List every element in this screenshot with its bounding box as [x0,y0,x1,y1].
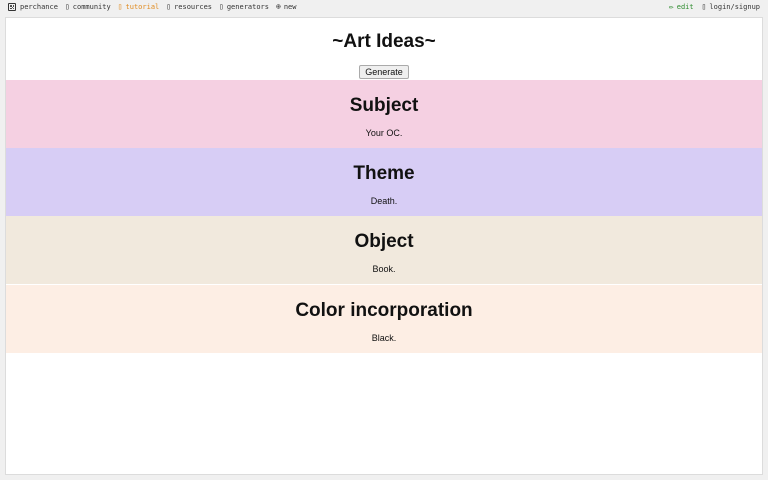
nav-link-community[interactable]: ▯ community [64,2,111,12]
section-object: Object Book. [6,216,762,284]
nav-right: ✏ edit ▯ login/signup [661,2,760,12]
section-value: Book. [372,264,396,274]
section-heading: Subject [349,95,419,116]
section-value: Black. [371,333,397,343]
book-icon: ▯ [117,2,123,11]
section-heading: Object [354,231,414,252]
section-heading: Color incorporation [295,300,473,321]
section-value: Death. [370,196,398,206]
section-subject: Subject Your OC. [6,80,762,148]
nav-link-label: tutorial [125,3,160,11]
section-theme: Theme Death. [6,148,762,216]
nav-link-new[interactable]: ⊕ new [276,2,297,12]
generate-button[interactable]: Generate [359,65,409,79]
nav-link-label: resources [174,3,213,11]
pencil-icon: ✏ [668,2,674,11]
resources-icon: ▯ [166,2,172,11]
user-icon: ▯ [701,2,707,11]
nav-link-resources[interactable]: ▯ resources [166,2,213,12]
login-label: login/signup [709,3,760,11]
nav-link-tutorial[interactable]: ▯ tutorial [117,2,160,12]
nav-brand-label: perchance [20,3,58,11]
nav-link-label: new [283,3,297,11]
section-color-incorporation: Color incorporation Black. [6,285,762,353]
page-title: ~Art Ideas~ [332,31,436,52]
section-value: Your OC. [365,128,403,138]
nav-link-label: community [72,3,111,11]
edit-link[interactable]: ✏ edit [668,2,694,12]
generators-icon: ▯ [219,2,224,11]
generator-panel: ~Art Ideas~ Generate Subject Your OC. Th… [5,17,763,475]
chat-icon: ▯ [64,2,70,11]
nav-brand-link[interactable]: perchance [8,3,58,11]
plus-circle-icon: ⊕ [276,2,281,11]
nav-left: perchance ▯ community ▯ tutorial ▯ resou… [8,3,303,11]
nav-link-generators[interactable]: ▯ generators [219,2,269,12]
section-heading: Theme [353,163,415,184]
nav-link-label: generators [226,3,269,11]
login-link[interactable]: ▯ login/signup [701,2,760,12]
edit-label: edit [676,3,694,11]
dice-icon [8,3,16,11]
top-nav-bar: perchance ▯ community ▯ tutorial ▯ resou… [0,0,768,16]
